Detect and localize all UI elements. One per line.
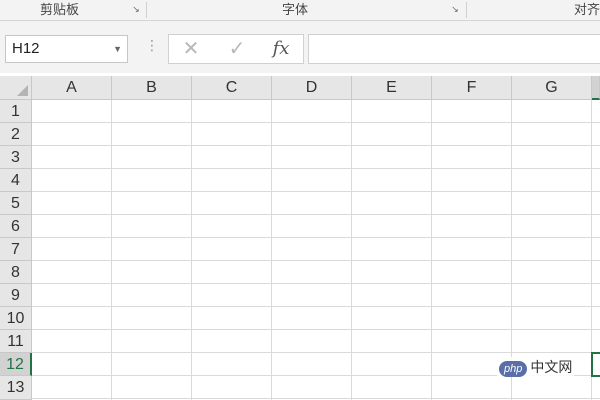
watermark: php 中文网 [497, 357, 575, 377]
ribbon-group-font-label: 字体 [282, 2, 309, 17]
row-header-2[interactable]: 2 [0, 123, 32, 146]
column-header-a[interactable]: A [32, 76, 112, 100]
row-header-8[interactable]: 8 [0, 261, 32, 284]
formula-bar: H12 ▼ ⋮ ✕ ✓ fx [0, 21, 600, 73]
ribbon-separator [146, 2, 147, 18]
name-box-value: H12 [12, 40, 40, 57]
row-header-10[interactable]: 10 [0, 307, 32, 330]
row-header-11[interactable]: 11 [0, 330, 32, 353]
cell-area[interactable] [32, 100, 600, 400]
font-dialog-launcher-icon[interactable]: ↘ [450, 4, 460, 14]
row-header-3[interactable]: 3 [0, 146, 32, 169]
watermark-badge: php [499, 361, 528, 377]
column-header-d[interactable]: D [272, 76, 352, 100]
name-box[interactable]: H12 ▼ [5, 35, 128, 63]
ribbon-group-clipboard-label: 剪贴板 [40, 2, 80, 17]
row-header-6[interactable]: 6 [0, 215, 32, 238]
check-icon[interactable]: ✓ [217, 35, 257, 63]
formula-buttons: ✕ ✓ fx [168, 34, 304, 64]
column-header-h[interactable] [592, 76, 600, 100]
ribbon-group-labels: 剪贴板 ↘ 字体 ↘ 对齐 [0, 0, 600, 21]
watermark-text: 中文网 [530, 359, 573, 375]
row-header-13[interactable]: 13 [0, 376, 32, 400]
chevron-down-icon[interactable]: ▼ [113, 36, 122, 62]
column-header-b[interactable]: B [112, 76, 192, 100]
row-header-4[interactable]: 4 [0, 169, 32, 192]
column-header-e[interactable]: E [352, 76, 432, 100]
close-icon[interactable]: ✕ [171, 35, 211, 63]
select-all-button[interactable] [0, 76, 32, 100]
column-header-c[interactable]: C [192, 76, 272, 100]
row-header-1[interactable]: 1 [0, 100, 32, 123]
column-header-g[interactable]: G [512, 76, 592, 100]
formula-bar-grip-icon[interactable]: ⋮ [145, 38, 159, 57]
ribbon-group-alignment-label: 对齐 [574, 2, 600, 17]
row-header-9[interactable]: 9 [0, 284, 32, 307]
select-all-triangle-icon [17, 85, 28, 96]
worksheet-grid: A B C D E F G 1 2 3 4 5 6 7 8 9 10 11 12… [0, 76, 600, 400]
ribbon-separator [466, 2, 467, 18]
row-header-5[interactable]: 5 [0, 192, 32, 215]
formula-input[interactable] [308, 34, 600, 64]
row-header-7[interactable]: 7 [0, 238, 32, 261]
clipboard-dialog-launcher-icon[interactable]: ↘ [131, 4, 141, 14]
column-header-f[interactable]: F [432, 76, 512, 100]
insert-function-button[interactable]: fx [261, 35, 301, 63]
row-header-12[interactable]: 12 [0, 353, 32, 376]
active-cell-h12[interactable] [591, 352, 600, 377]
